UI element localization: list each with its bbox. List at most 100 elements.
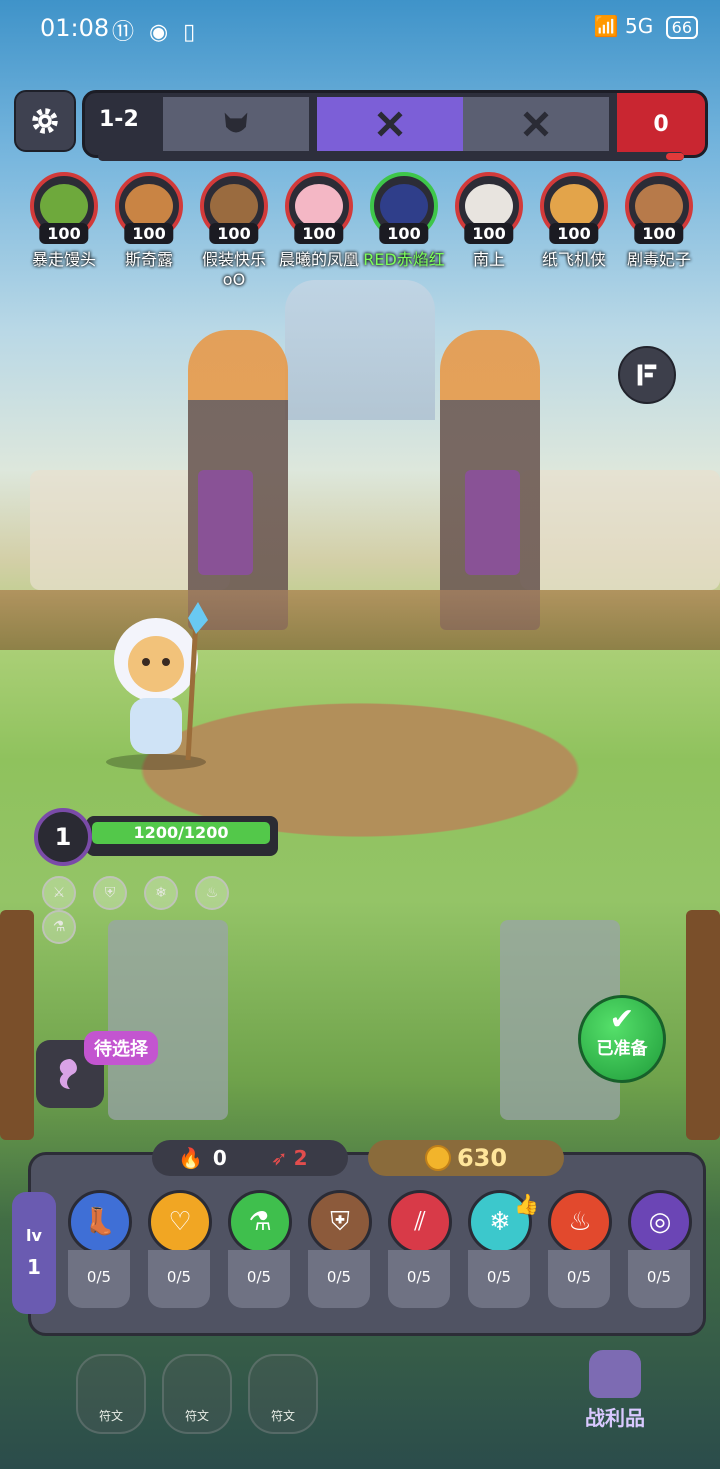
stage-segment-boss <box>163 97 309 151</box>
stone-pillar-left <box>108 920 228 1120</box>
skill-progress: 0/5 <box>628 1250 690 1308</box>
player-card[interactable]: 100 剧毒妃子 <box>617 172 701 270</box>
skill-progress: 0/5 <box>228 1250 290 1308</box>
avatar: 100 <box>30 172 98 244</box>
skill-progress: 0/5 <box>468 1250 530 1308</box>
player-hp: 100 <box>209 223 259 244</box>
loot-button[interactable]: 战利品 <box>572 1350 658 1440</box>
arrow-icon: ➶ <box>270 1146 288 1170</box>
flame-icon: 🔥 <box>178 1146 203 1170</box>
tent-right <box>520 470 720 590</box>
hero-level: 1 <box>34 808 92 866</box>
pending-choice-label: 待选择 <box>84 1031 158 1065</box>
player-name: 暴走馒头 <box>31 250 96 269</box>
arrow-count: 2 <box>293 1146 308 1170</box>
swirl-icon <box>59 1059 77 1089</box>
player-card[interactable]: 100 假装快乐oO <box>192 172 276 290</box>
clock: 01:08 <box>40 14 110 42</box>
player-card[interactable]: 100 斯奇露 <box>107 172 191 270</box>
stats-button[interactable] <box>618 346 676 404</box>
shield-icon: ⛨ <box>93 876 127 910</box>
flame-icon: ♨ <box>195 876 229 910</box>
player-card[interactable]: 100 纸飞机侠 <box>532 172 616 270</box>
skill-slot-potion[interactable]: ⚗ 0/5 <box>228 1190 292 1308</box>
player-hp: 100 <box>464 223 514 244</box>
ready-button[interactable]: ✔ 已准备 <box>578 995 666 1083</box>
level-value: 1 <box>27 1255 41 1279</box>
skill-progress: 0/5 <box>68 1250 130 1308</box>
player-hp: 100 <box>39 223 89 244</box>
flame-icon: ♨ <box>548 1190 612 1254</box>
stage-bar: 1-2 0 <box>82 90 708 158</box>
avatar: 100 <box>115 172 183 244</box>
skill-slot-claw[interactable]: ⫽ 0/5 <box>388 1190 452 1308</box>
player-name: 晨曦的凤凰 <box>278 250 359 269</box>
boot-icon: 👢 <box>68 1190 132 1254</box>
skill-slot-vortex[interactable]: ◎ 0/5 <box>628 1190 692 1308</box>
backpack-icon <box>589 1350 641 1398</box>
avatar: 100 <box>455 172 523 244</box>
status-bar: 01:08 ⑪ ◉ ▯ 📶 5G 66 <box>0 0 720 60</box>
battery-icon: 66 <box>665 16 698 39</box>
swords-icon <box>523 111 549 137</box>
status-icons: ⑪ ◉ ▯ <box>112 20 200 45</box>
stage-progress-bar <box>98 152 684 161</box>
boss-face-icon <box>224 112 248 133</box>
player-hp: 100 <box>294 223 344 244</box>
player-card[interactable]: 100 暴走馒头 <box>22 172 106 270</box>
wifi-icon: 📶 <box>593 14 619 38</box>
hero-character[interactable] <box>96 600 216 770</box>
skill-progress: 0/5 <box>548 1250 610 1308</box>
enemy-counter: 0 <box>617 93 705 155</box>
resource-bar: 🔥 0 ➶ 2 <box>152 1140 348 1176</box>
skill-slot-heart[interactable]: ♡ 0/5 <box>148 1190 212 1308</box>
buff-slots: ⚔ ⛨ ❄ ♨ ⚗ <box>42 876 282 944</box>
stage-label: 1-2 <box>99 107 139 132</box>
stats-bars-icon <box>637 364 657 386</box>
player-card-self[interactable]: 100 RED赤焰红 <box>362 172 446 270</box>
skill-slot-boot[interactable]: 👢 0/5 <box>68 1190 132 1308</box>
avatar: 100 <box>370 172 438 244</box>
stage-segment-battle <box>463 97 609 151</box>
banner-right <box>465 470 520 575</box>
skill-slot-flame[interactable]: ♨ 0/5 <box>548 1190 612 1308</box>
heart-icon: ♡ <box>148 1190 212 1254</box>
player-name: 剧毒妃子 <box>626 250 691 269</box>
avatar: 100 <box>625 172 693 244</box>
network-label: 5G <box>625 14 654 38</box>
player-list: 100 暴走馒头 100 斯奇露 100 假装快乐oO 100 晨曦的凤凰 10… <box>22 172 712 302</box>
rune-slot[interactable]: 符文 <box>162 1354 232 1434</box>
wood-post-left <box>0 910 34 1140</box>
coin-icon <box>424 1145 451 1171</box>
avatar: 100 <box>540 172 608 244</box>
hero-hp-bar: 1200/1200 <box>86 816 278 856</box>
player-name: 南上 <box>472 250 505 269</box>
panel-level: lv 1 <box>12 1192 56 1314</box>
swords-icon <box>377 111 403 137</box>
player-hp: 100 <box>124 223 174 244</box>
loot-label: 战利品 <box>585 1406 645 1430</box>
settings-button[interactable] <box>14 90 76 152</box>
hero-status: 1200/1200 1 <box>34 808 280 868</box>
rune-slot[interactable]: 符文 <box>248 1354 318 1434</box>
potion-icon: ⚗ <box>42 910 76 944</box>
hero-hp-text: 1200/1200 <box>92 822 270 844</box>
potion-icon: ⚗ <box>228 1190 292 1254</box>
gold-bar: 630 <box>368 1140 564 1176</box>
player-name: 假装快乐oO <box>201 250 266 289</box>
skill-progress: 0/5 <box>308 1250 370 1308</box>
check-icon: ✔ <box>609 1002 635 1037</box>
skill-progress: 0/5 <box>388 1250 450 1308</box>
player-card[interactable]: 100 晨曦的凤凰 <box>277 172 361 270</box>
avatar: 100 <box>200 172 268 244</box>
fire-count: 0 <box>212 1146 227 1170</box>
signal-area: 📶 5G 66 <box>594 14 698 39</box>
gold-amount: 630 <box>456 1144 508 1172</box>
player-card[interactable]: 100 南上 <box>447 172 531 270</box>
rune-slot[interactable]: 符文 <box>76 1354 146 1434</box>
wood-post-right <box>686 910 720 1140</box>
shield-icon: ⛨ <box>308 1190 372 1254</box>
skill-slot-shield[interactable]: ⛨ 0/5 <box>308 1190 372 1308</box>
sword-icon: ⚔ <box>42 876 76 910</box>
player-hp: 100 <box>549 223 599 244</box>
